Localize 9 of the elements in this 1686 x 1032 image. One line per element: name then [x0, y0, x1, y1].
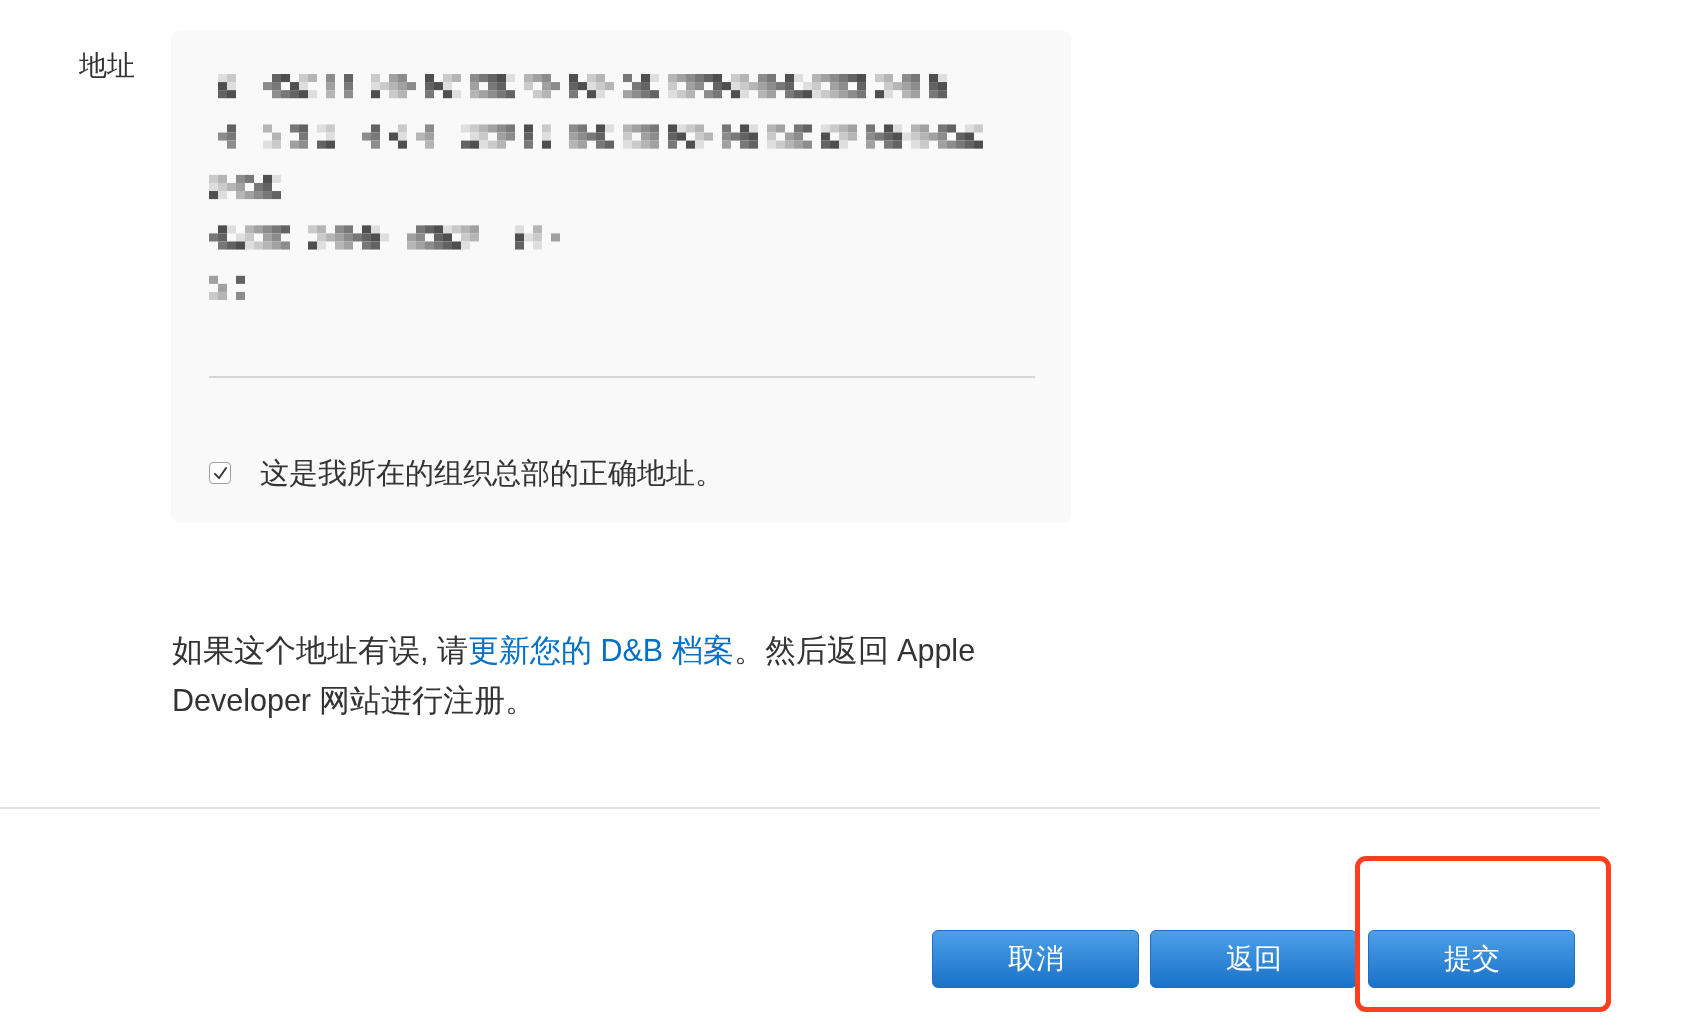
action-button[interactable]: 提交	[1368, 930, 1575, 988]
action-button[interactable]: 返回	[1150, 930, 1357, 988]
checkmark-icon	[213, 467, 227, 479]
checkbox[interactable]	[209, 462, 231, 484]
action-button[interactable]: 取消	[932, 930, 1139, 988]
notice-text: 如果这个地址有误, 请更新您的 D&B 档案。然后返回 Apple Developer 网站进行注册。	[172, 632, 977, 720]
update-profile-link[interactable]: 更新您的 D&B 档案	[467, 633, 734, 667]
checkbox-label: 这是我所在的组织总部的正确地址。	[260, 456, 724, 491]
address-label: 地址	[79, 49, 135, 83]
